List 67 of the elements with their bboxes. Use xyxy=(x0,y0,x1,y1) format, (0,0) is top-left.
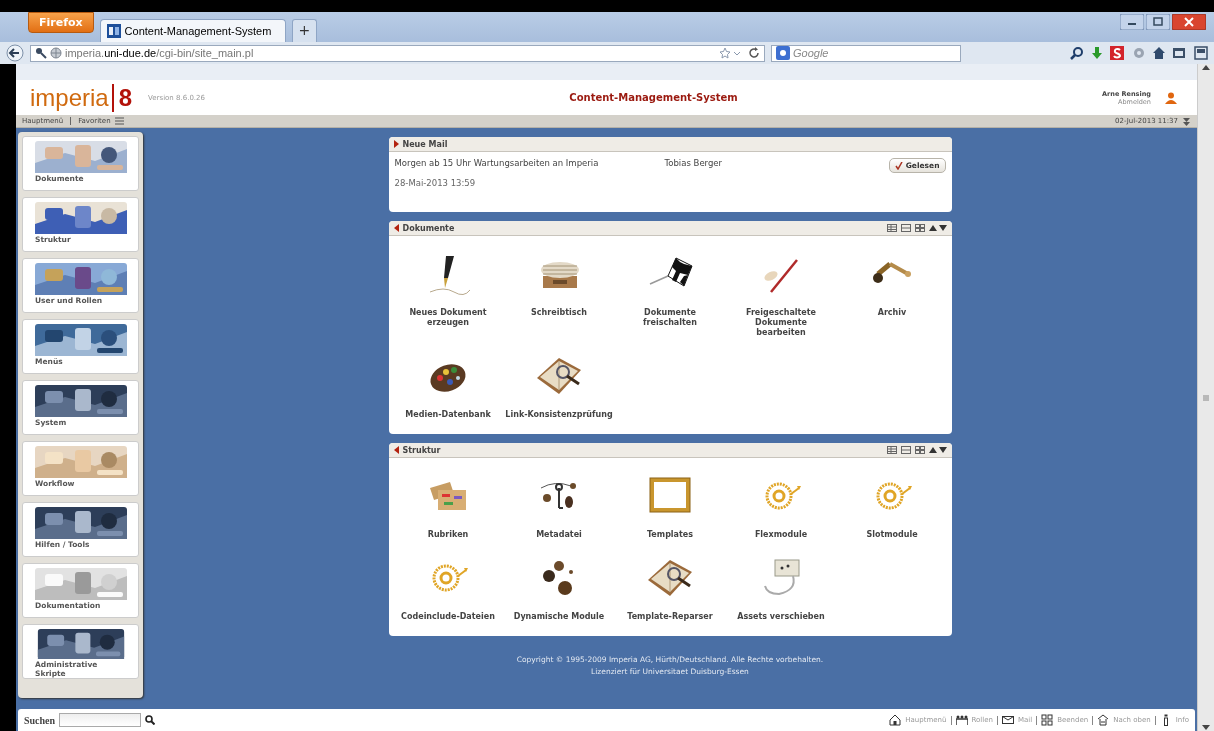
module-item[interactable]: Codeinclude-Dateien xyxy=(392,556,504,622)
panel-title: Struktur xyxy=(402,445,441,455)
module-item[interactable]: Templates xyxy=(614,474,726,540)
key-icon xyxy=(35,47,47,59)
module-item[interactable]: Archiv xyxy=(836,252,948,338)
module-item[interactable]: Dynamische Module xyxy=(503,556,615,622)
move-up-down-icon[interactable] xyxy=(928,446,947,454)
module-item[interactable]: Flexmodule xyxy=(725,474,837,540)
module-item[interactable]: Neues Dokument erzeugen xyxy=(392,252,504,338)
back-icon[interactable] xyxy=(6,44,24,62)
envelope-icon xyxy=(1001,714,1014,726)
search-field[interactable] xyxy=(59,713,142,727)
scrollbar-grip-icon[interactable] xyxy=(1203,394,1209,401)
browser-tab[interactable]: Content-Management-System xyxy=(99,19,286,42)
collapse-arrow-icon[interactable] xyxy=(393,446,399,454)
page-title: Content-Management-System xyxy=(568,92,739,103)
download-arrow-icon[interactable] xyxy=(1090,46,1104,60)
imperia-logo: imperia 8 xyxy=(30,83,134,112)
minimize-icon[interactable] xyxy=(1120,14,1144,30)
search-icon[interactable] xyxy=(1070,46,1084,60)
mail-date: 28-Mai-2013 13:59 xyxy=(394,178,477,188)
panel-title: Dokumente xyxy=(402,223,455,233)
expand-arrow-icon[interactable] xyxy=(393,140,399,148)
panel-icon[interactable] xyxy=(1194,46,1208,60)
home-icon[interactable] xyxy=(1152,46,1166,60)
move-up-down-icon[interactable] xyxy=(928,224,947,232)
mail-subject[interactable]: Morgen ab 15 Uhr Wartungsarbeiten an Imperia xyxy=(394,158,665,168)
list-view-icon[interactable] xyxy=(886,446,897,454)
detail-view-icon[interactable] xyxy=(900,224,911,232)
scroll-down-icon[interactable] xyxy=(1202,725,1210,731)
module-item[interactable]: Template-Reparser xyxy=(614,556,726,622)
collapse-arrow-icon[interactable] xyxy=(393,224,399,232)
icon-view-icon[interactable] xyxy=(914,224,925,232)
close-icon[interactable] xyxy=(1172,14,1206,30)
address-field[interactable]: imperia.uni-due.de/cgi-bin/site_main.pl xyxy=(30,44,765,62)
site-favicon xyxy=(106,24,121,38)
user-icon xyxy=(1165,91,1177,104)
letter-s-icon[interactable] xyxy=(1110,46,1126,60)
module-item[interactable]: Rubriken xyxy=(392,474,504,540)
module-item[interactable]: Metadatei xyxy=(503,474,615,540)
icon-view-icon[interactable] xyxy=(914,446,925,454)
maximize-icon[interactable] xyxy=(1146,14,1170,30)
module-item[interactable]: Slotmodule xyxy=(836,474,948,540)
window-icon[interactable] xyxy=(1172,46,1188,60)
module-item[interactable]: Freigeschaltete Dokumente bearbeiten xyxy=(725,252,837,338)
globe-icon xyxy=(50,47,62,59)
search-engine-icon xyxy=(776,46,790,60)
reload-icon[interactable] xyxy=(748,47,760,59)
grid-icon xyxy=(1041,714,1054,726)
home-icon xyxy=(889,714,902,726)
module-item[interactable]: Link-Konsistenzprüfung xyxy=(503,354,615,420)
mail-sender: Tobias Berger xyxy=(664,158,724,168)
module-item[interactable]: Dokumente freischalten xyxy=(614,252,726,338)
house-up-icon xyxy=(1097,714,1110,726)
list-view-icon[interactable] xyxy=(886,224,897,232)
module-item[interactable]: Medien-Datenbank xyxy=(392,354,504,420)
module-item[interactable]: Schreibtisch xyxy=(503,252,615,338)
search-label: Suchen xyxy=(24,714,56,726)
detail-view-icon[interactable] xyxy=(900,446,911,454)
checkmark-icon xyxy=(894,161,903,170)
search-icon[interactable] xyxy=(145,715,156,725)
panel-title: Neue Mail xyxy=(402,139,448,149)
new-tab-button[interactable]: + xyxy=(291,19,318,42)
module-item[interactable]: Assets verschieben xyxy=(725,556,837,622)
expand-icon[interactable] xyxy=(1182,116,1191,126)
people-icon xyxy=(955,714,968,726)
search-field[interactable]: Google xyxy=(771,44,961,62)
